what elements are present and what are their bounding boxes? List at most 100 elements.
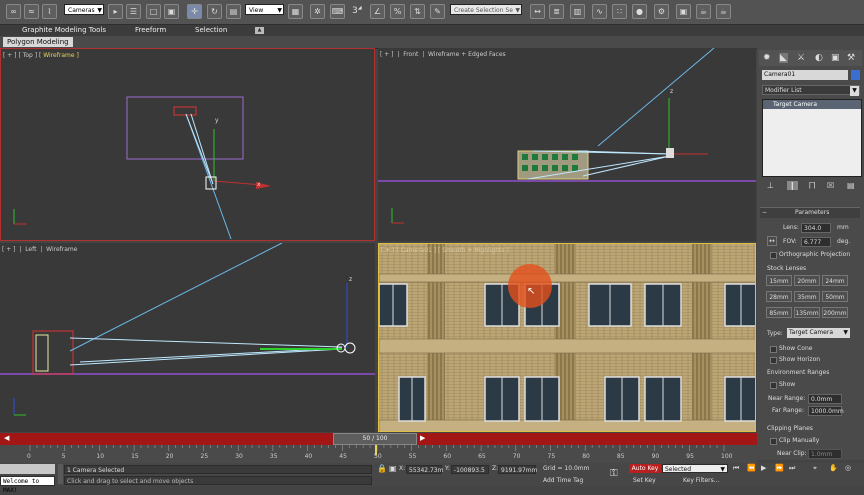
link-icon[interactable]: ∞ xyxy=(6,4,21,19)
viewport-camera[interactable]: [ + ] [ Camera01 ] [ Smooth + Highlights… xyxy=(378,243,756,432)
lens-135mm-button[interactable]: 135mm xyxy=(794,307,820,318)
lens-50mm-button[interactable]: 50mm xyxy=(822,291,848,302)
mirror-icon[interactable]: ↔ xyxy=(530,4,545,19)
reference-coordinate-dropdown[interactable]: View ▼ xyxy=(245,4,284,15)
track-bar[interactable]: 0 5 10 15 20 25 30 35 40 45 50 55 60 65 70 75 80 85 90 95 10… xyxy=(0,445,757,463)
tab-graphite-modeling-tools[interactable]: Graphite Modeling Tools xyxy=(22,25,106,36)
angle-snap-icon[interactable]: ∠ xyxy=(370,4,385,19)
percent-snap-icon[interactable]: % xyxy=(390,4,405,19)
window-crossing-icon[interactable]: ▣ xyxy=(164,4,179,19)
snap-toggle-icon[interactable]: 3◢ xyxy=(352,5,362,16)
object-name-field[interactable]: Camera01 xyxy=(762,70,848,80)
selection-filter-dropdown[interactable]: Cameras ▼ xyxy=(64,4,104,15)
schematic-view-icon[interactable]: ∷ xyxy=(612,4,627,19)
time-next-icon[interactable]: ▶ xyxy=(420,434,425,442)
transform-mode-icon[interactable]: ▣ xyxy=(389,464,397,473)
orthographic-checkbox[interactable] xyxy=(770,252,777,259)
fov-input[interactable]: 6.777 xyxy=(801,237,831,247)
zoom-extents-icon[interactable]: ⌖ xyxy=(813,464,817,473)
modifier-list-dropdown[interactable]: Modifier List ▼ xyxy=(762,85,860,96)
unlink-icon[interactable]: ≈ xyxy=(24,4,39,19)
spinner-snap-icon[interactable]: ⇅ xyxy=(410,4,425,19)
keyboard-shortcut-icon[interactable]: ⌨ xyxy=(330,4,345,19)
bind-space-warp-icon[interactable]: ⌇ xyxy=(42,4,57,19)
viewport-front[interactable]: [ + ] | Front | Wireframe + Edged Faces … xyxy=(378,48,756,241)
curve-editor-icon[interactable]: ∿ xyxy=(592,4,607,19)
modifier-stack-item[interactable]: Target Camera xyxy=(763,100,861,109)
clip-manually-checkbox[interactable] xyxy=(770,438,777,445)
motion-tab-icon[interactable]: ◐ xyxy=(815,53,823,63)
key-filters-button[interactable]: Key Filters... xyxy=(683,477,720,484)
show-cone-checkbox[interactable] xyxy=(770,346,777,353)
rendered-frame-icon[interactable]: ▣ xyxy=(676,4,691,19)
maxscript-mini-field[interactable] xyxy=(0,464,55,474)
environment-show-checkbox[interactable] xyxy=(770,382,777,389)
make-unique-icon[interactable]: ⨅ xyxy=(809,181,815,191)
viewport-camera-label[interactable]: [ + ] [ Camera01 ] [ Smooth + Highlights… xyxy=(381,247,509,254)
go-to-end-icon[interactable]: ⏭ xyxy=(789,464,795,473)
fov-direction-icon[interactable]: ↔ xyxy=(767,236,777,246)
show-horizon-checkbox[interactable] xyxy=(770,357,777,364)
pan-view-icon[interactable]: ✋ xyxy=(829,464,838,472)
material-editor-icon[interactable]: ● xyxy=(632,4,647,19)
rectangular-selection-icon[interactable]: □ xyxy=(146,4,161,19)
object-color-swatch[interactable] xyxy=(851,70,860,80)
lens-15mm-button[interactable]: 15mm xyxy=(766,275,792,286)
pivot-icon[interactable]: ▦ xyxy=(288,4,303,19)
ribbon-minimize-icon[interactable]: ▲ xyxy=(255,27,264,34)
remove-modifier-icon[interactable]: ☒ xyxy=(827,181,834,190)
lens-20mm-button[interactable]: 20mm xyxy=(794,275,820,286)
align-icon[interactable]: ≣ xyxy=(549,4,564,19)
maxscript-listener[interactable]: Welcome to MAX! xyxy=(0,476,55,494)
pin-stack-icon[interactable]: ⊥ xyxy=(767,181,774,190)
render-icon[interactable]: ☕ xyxy=(696,4,711,19)
near-clip-input[interactable]: 1.0mm xyxy=(808,449,842,459)
utilities-tab-icon[interactable]: ⚒ xyxy=(847,53,855,63)
modify-tab-icon[interactable]: ◣ xyxy=(779,53,788,63)
select-scale-icon[interactable]: ▤ xyxy=(226,4,241,19)
viewport-top[interactable]: [ + ] [ Top ] [ Wireframe ] y x xyxy=(0,48,375,241)
key-mode-icon[interactable]: ⚿ xyxy=(610,468,618,479)
select-manipulate-icon[interactable]: ✲ xyxy=(310,4,325,19)
lock-selection-icon[interactable]: 🔒 xyxy=(377,464,387,473)
select-move-icon[interactable]: ✛ xyxy=(187,4,202,19)
far-range-input[interactable]: 1000.0mm xyxy=(808,406,844,416)
x-coordinate-input[interactable]: 55342.73m xyxy=(406,465,443,474)
near-range-input[interactable]: 0.0mm xyxy=(808,394,842,404)
configure-modifier-sets-icon[interactable]: ▤ xyxy=(847,181,855,190)
orbit-icon[interactable]: ◎ xyxy=(845,464,851,472)
lens-28mm-button[interactable]: 28mm xyxy=(766,291,792,302)
render-setup-icon[interactable]: ⚙ xyxy=(654,4,669,19)
camera-type-dropdown[interactable]: Target Camera ▼ xyxy=(787,328,850,338)
lens-35mm-button[interactable]: 35mm xyxy=(794,291,820,302)
lens-85mm-button[interactable]: 85mm xyxy=(766,307,792,318)
named-selection-set-dropdown[interactable]: Create Selection Se ▼ xyxy=(450,4,522,15)
layer-manager-icon[interactable]: ▥ xyxy=(570,4,585,19)
set-key-button[interactable]: Set Key xyxy=(633,477,656,484)
add-time-tag-button[interactable]: Add Time Tag xyxy=(543,477,583,484)
parameters-rollout-header[interactable]: − Parameters xyxy=(760,207,860,218)
tab-selection[interactable]: Selection xyxy=(195,25,227,36)
next-frame-icon[interactable]: ⏩ xyxy=(775,464,784,472)
select-rotate-icon[interactable]: ↻ xyxy=(207,4,222,19)
create-tab-icon[interactable]: ✹ xyxy=(763,53,771,63)
go-to-start-icon[interactable]: ⏮ xyxy=(733,464,739,473)
key-set-dropdown[interactable]: Selected ▼ xyxy=(662,464,728,473)
y-coordinate-input[interactable]: -100893.5 xyxy=(451,465,489,474)
display-tab-icon[interactable]: ▣ xyxy=(831,53,840,63)
modifier-stack[interactable]: Target Camera xyxy=(762,99,862,177)
lens-200mm-button[interactable]: 200mm xyxy=(822,307,848,318)
show-end-result-icon[interactable]: ❙ xyxy=(787,181,798,190)
polygon-modeling-panel[interactable]: Polygon Modeling xyxy=(3,37,73,47)
play-icon[interactable]: ▶ xyxy=(761,464,766,472)
time-prev-icon[interactable]: ◀ xyxy=(4,434,9,442)
select-by-name-icon[interactable]: ☰ xyxy=(126,4,141,19)
render-production-icon[interactable]: ☕ xyxy=(716,4,731,19)
hierarchy-tab-icon[interactable]: ⚔ xyxy=(797,53,805,63)
time-slider-track[interactable]: ◀ 50 / 100 ▶ xyxy=(0,433,757,445)
auto-key-button[interactable]: Auto Key xyxy=(629,464,661,473)
edit-named-selection-icon[interactable]: ✎ xyxy=(430,4,445,19)
select-object-icon[interactable]: ▸ xyxy=(108,4,123,19)
z-coordinate-input[interactable]: 9191.97mm xyxy=(498,465,538,474)
time-slider-thumb[interactable]: 50 / 100 xyxy=(333,433,417,445)
